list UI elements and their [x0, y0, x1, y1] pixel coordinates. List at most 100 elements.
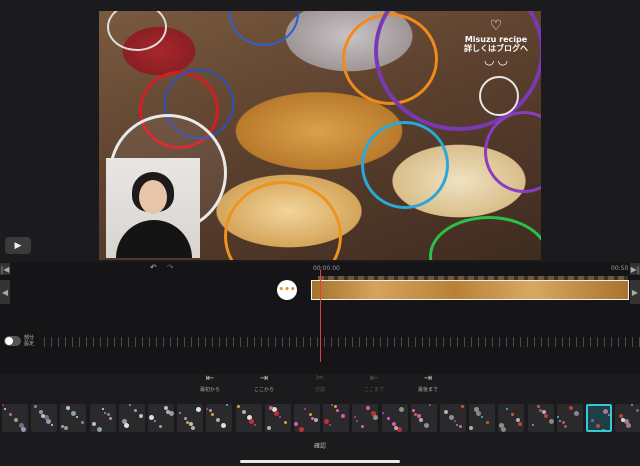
effect-dot — [356, 420, 359, 422]
timeline-end-button[interactable]: ▶| — [630, 263, 640, 275]
partial-setting-toggle[interactable] — [4, 336, 21, 346]
effect-dot — [211, 413, 215, 416]
effect-thumbnail[interactable] — [60, 404, 87, 432]
effect-dot — [9, 413, 12, 416]
effect-dot — [561, 421, 565, 424]
effect-thumbnail[interactable] — [615, 404, 640, 432]
effect-dot — [294, 422, 298, 426]
effect-dot — [311, 417, 314, 420]
timeline-scroll-right[interactable]: ▶ — [630, 280, 640, 304]
effect-dot — [331, 404, 334, 406]
effect-dot — [518, 422, 523, 426]
effect-dot — [596, 424, 600, 428]
effect-dot — [241, 410, 246, 414]
effect-dot — [51, 424, 54, 426]
drag-handle[interactable]: ••• — [277, 280, 297, 300]
split-button[interactable]: ✂ 分割 — [305, 373, 335, 393]
effect-dot — [14, 418, 18, 422]
effect-thumbnail[interactable] — [440, 404, 466, 432]
effect-thumbnail[interactable] — [469, 404, 496, 432]
effect-dot — [21, 427, 26, 432]
effect-thumbnail[interactable] — [264, 404, 291, 432]
effect-dot — [309, 413, 312, 416]
effect-dot — [206, 408, 209, 410]
timeline-ruler[interactable] — [44, 337, 640, 347]
effect-dot — [4, 408, 6, 410]
effect-dot — [454, 420, 456, 422]
effect-dot — [248, 419, 254, 424]
effect-thumbnail[interactable] — [586, 404, 612, 432]
to-end-button[interactable]: ⇥ 最後まで — [413, 373, 443, 393]
effect-dot — [253, 424, 256, 426]
effect-dot — [314, 418, 318, 422]
effect-dot — [64, 426, 69, 430]
effect-dot — [221, 423, 227, 428]
effect-thumbnail[interactable] — [31, 404, 58, 432]
split-label: 分割 — [314, 387, 325, 393]
effect-dot — [573, 411, 579, 416]
timeline-start-button[interactable]: |◀ — [0, 263, 10, 275]
effect-dot — [381, 412, 384, 414]
from-start-button[interactable]: ⇤ 最初から — [195, 373, 225, 393]
effects-strip[interactable] — [0, 404, 640, 436]
effect-thumbnail[interactable] — [498, 404, 525, 432]
effect-thumbnail[interactable] — [527, 404, 554, 432]
effect-dot — [603, 409, 608, 414]
effect-dot — [226, 404, 229, 406]
playhead[interactable] — [320, 270, 321, 362]
effect-thumbnail[interactable] — [235, 404, 262, 432]
effect-thumbnail[interactable] — [148, 404, 174, 432]
effect-thumbnail[interactable] — [352, 404, 379, 432]
effect-thumbnail[interactable] — [556, 404, 583, 432]
effect-ring — [229, 11, 299, 46]
effect-thumbnail[interactable] — [410, 404, 437, 432]
effect-thumbnail[interactable] — [323, 404, 350, 432]
effect-dot — [329, 424, 332, 426]
effect-dot — [418, 418, 423, 422]
effect-dot — [481, 416, 484, 418]
play-button[interactable]: ▶ — [5, 237, 31, 254]
webcam-overlay[interactable] — [106, 158, 200, 258]
effect-dot — [626, 423, 632, 428]
effect-ring — [479, 76, 519, 116]
effect-dot — [543, 414, 548, 418]
from-here-button[interactable]: ⇥ ここから — [249, 373, 279, 393]
partial-setting-label: 部分 設定 — [24, 335, 35, 347]
effect-ring — [361, 121, 449, 209]
effect-thumbnail[interactable] — [294, 404, 320, 432]
effect-dot — [336, 409, 340, 412]
to-here-button[interactable]: ⇤ ここまで — [359, 373, 389, 393]
effect-clip[interactable] — [311, 280, 629, 300]
effect-dot — [636, 409, 640, 412]
effect-dot — [608, 414, 610, 416]
effect-dot — [591, 419, 594, 422]
effect-ring — [429, 216, 541, 260]
from-start-label: 最初から — [199, 387, 220, 393]
effect-thumbnail[interactable] — [2, 404, 28, 432]
time-current: 00:00.00 — [313, 265, 340, 272]
confirm-button[interactable]: 確認 — [0, 441, 640, 450]
effect-ring — [224, 181, 342, 260]
effect-ring — [107, 11, 167, 51]
logo-text-line1: Misuzu recipe — [464, 35, 528, 44]
timeline-scroll-left[interactable]: ◀ — [0, 280, 10, 304]
from-here-icon: ⇥ — [259, 373, 269, 384]
redo-icon[interactable]: ↷ — [167, 263, 174, 272]
logo: ♡ Misuzu recipe 詳しくはブログへ ◡ ◡ — [461, 19, 531, 67]
play-icon: ▶ — [14, 240, 22, 251]
effect-dot — [411, 409, 415, 412]
effect-dot — [138, 414, 143, 418]
effect-dot — [398, 407, 404, 412]
effect-thumbnail[interactable] — [118, 404, 145, 432]
effect-thumbnail[interactable] — [177, 404, 204, 432]
to-end-icon: ⇥ — [423, 373, 433, 384]
effect-thumbnail[interactable] — [381, 404, 408, 432]
effect-dot — [423, 423, 429, 428]
effect-dot — [304, 408, 306, 410]
effect-dot — [91, 422, 96, 426]
to-here-label: ここまで — [363, 387, 384, 393]
effect-thumbnail[interactable] — [89, 404, 116, 432]
effect-dot — [236, 405, 240, 408]
effect-thumbnail[interactable] — [206, 404, 233, 432]
undo-icon[interactable]: ↶ — [150, 263, 157, 272]
